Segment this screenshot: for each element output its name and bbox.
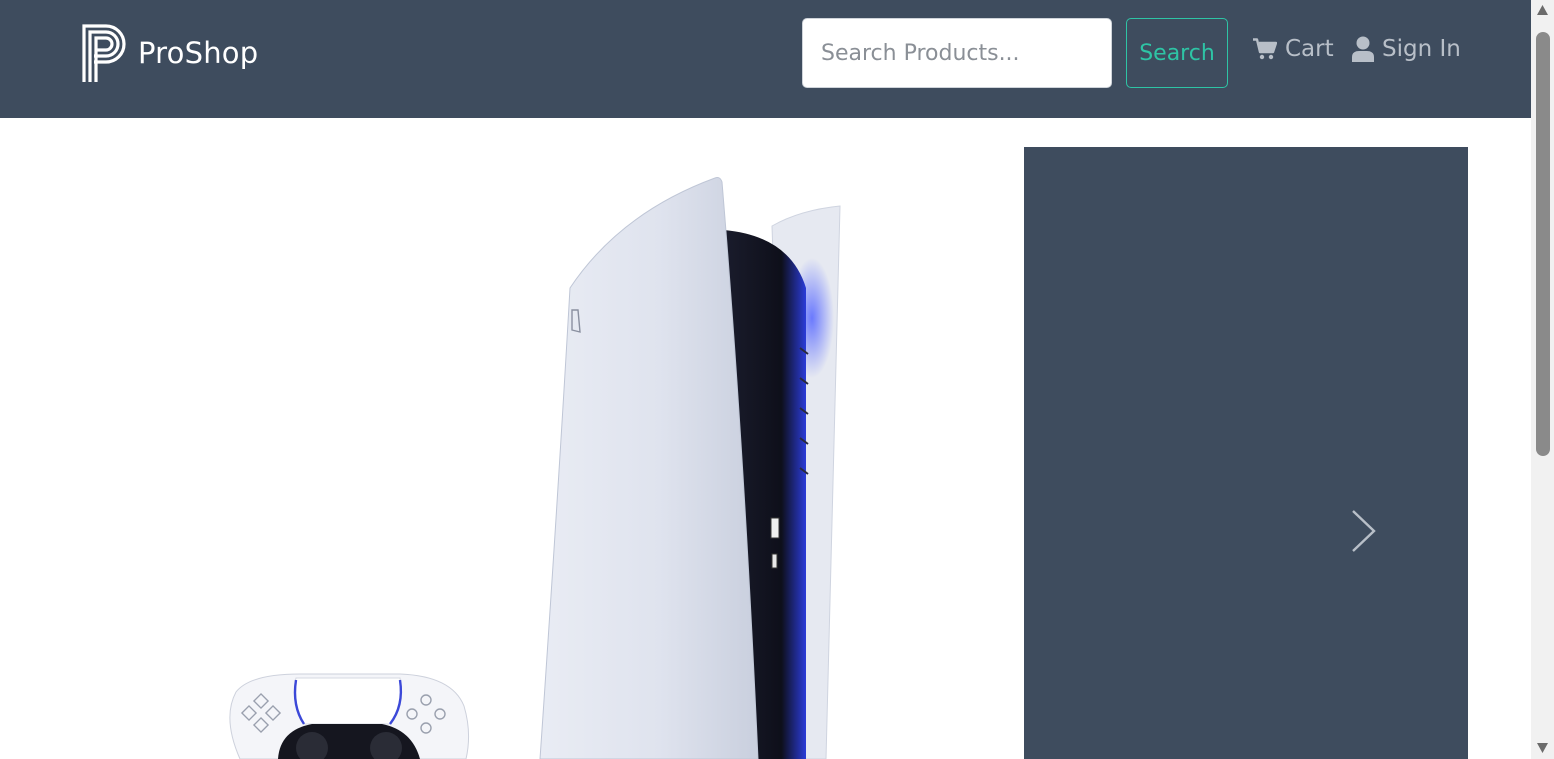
scrollbar-thumb[interactable] (1536, 32, 1550, 456)
game-console-controller-image (229, 177, 841, 759)
navbar: ProShop Search Cart Sign In (0, 0, 1531, 118)
cart-link[interactable]: Cart (1253, 36, 1334, 62)
chevron-right-icon[interactable] (1346, 508, 1378, 554)
product-image (0, 118, 1000, 759)
search-input[interactable] (802, 18, 1112, 88)
sign-in-label: Sign In (1382, 36, 1461, 62)
controller-shape (229, 673, 470, 759)
vertical-scrollbar[interactable] (1531, 0, 1554, 759)
scroll-down-arrow-icon[interactable] (1536, 742, 1549, 754)
brand-name: ProShop (138, 36, 259, 70)
product-info-panel (1024, 147, 1468, 759)
page: ProShop Search Cart Sign In (0, 0, 1554, 759)
sign-in-link[interactable]: Sign In (1352, 36, 1461, 62)
scroll-up-arrow-icon[interactable] (1536, 4, 1549, 16)
search-button[interactable]: Search (1126, 18, 1228, 88)
cart-label: Cart (1285, 36, 1334, 62)
brand-link[interactable]: ProShop (80, 22, 258, 84)
proshop-logo-icon (82, 24, 126, 82)
user-icon (1352, 36, 1374, 62)
cart-icon (1253, 38, 1277, 60)
